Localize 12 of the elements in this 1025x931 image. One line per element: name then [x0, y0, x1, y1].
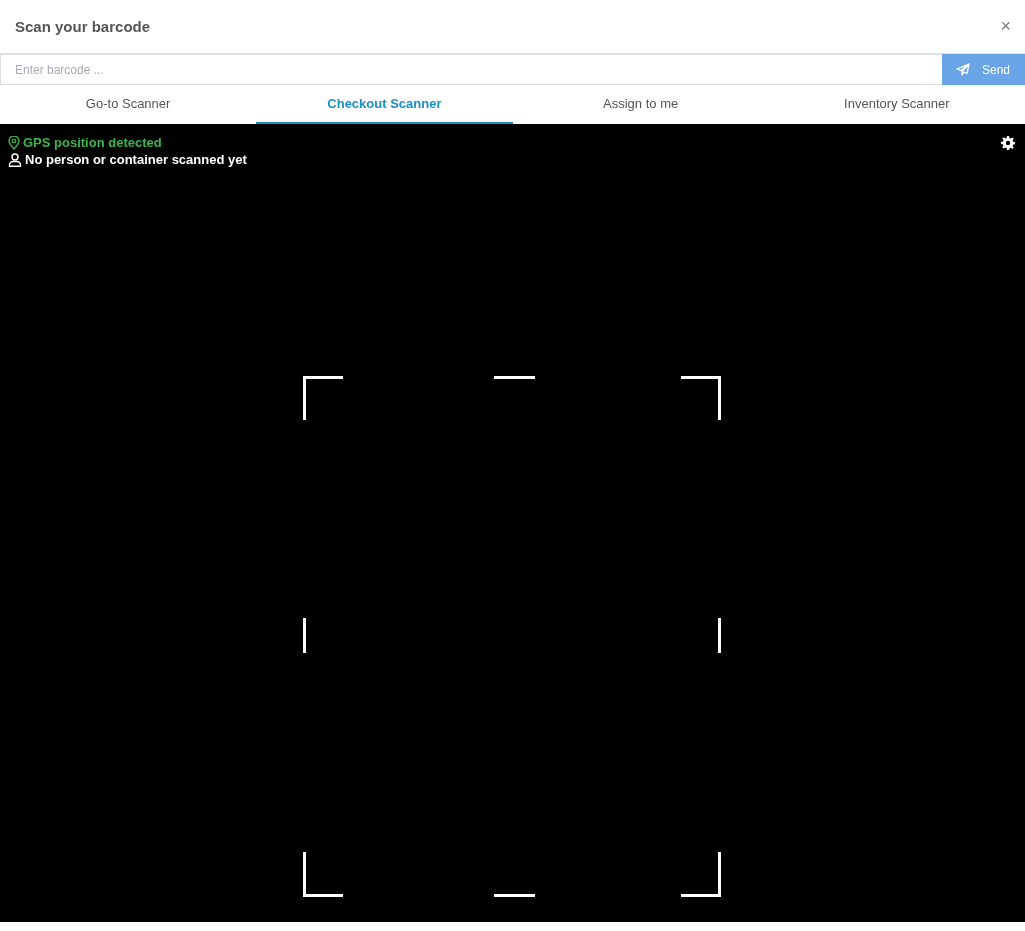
close-button[interactable]: ×: [1000, 16, 1011, 37]
gps-status: GPS position detected: [23, 135, 162, 150]
scan-status: No person or container scanned yet: [25, 152, 247, 167]
map-pin-icon: [8, 135, 20, 150]
tab[interactable]: Inventory Scanner: [768, 85, 1025, 124]
person-icon: [8, 152, 22, 167]
tab[interactable]: Assign to me: [512, 85, 769, 124]
tab[interactable]: Go-to Scanner: [0, 85, 257, 124]
barcode-field[interactable]: Enter barcode ...: [0, 54, 942, 85]
dialog-title: Scan your barcode: [15, 18, 151, 35]
settings-icon[interactable]: [1001, 136, 1015, 150]
paper-plane-icon: [956, 63, 970, 76]
